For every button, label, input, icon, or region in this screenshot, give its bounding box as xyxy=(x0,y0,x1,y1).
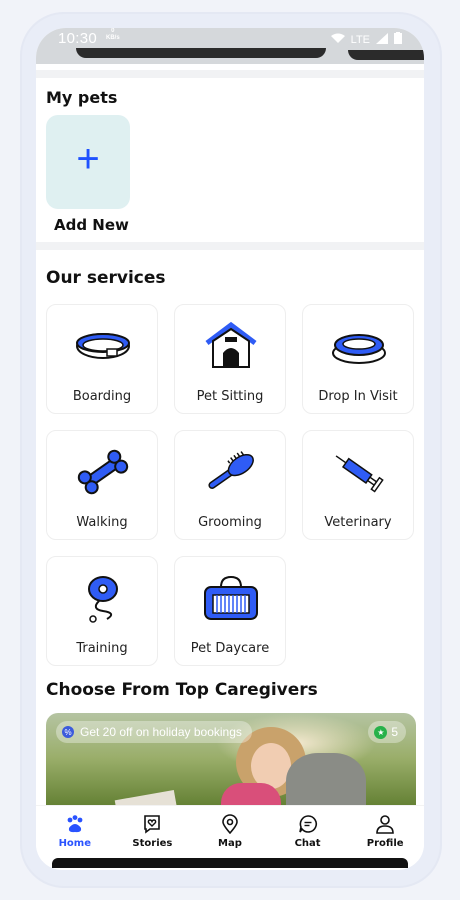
person-icon xyxy=(376,815,394,834)
bone-icon xyxy=(77,449,129,495)
service-veterinary[interactable]: Veterinary xyxy=(302,430,414,540)
caregivers-title: Choose From Top Caregivers xyxy=(46,680,318,700)
network-label: LTE xyxy=(350,33,370,46)
collar-icon xyxy=(76,333,130,359)
service-grooming[interactable]: Grooming xyxy=(174,430,286,540)
leash-icon xyxy=(88,576,118,623)
signal-icon xyxy=(376,32,388,47)
promo-text: Get 20 off on holiday bookings xyxy=(80,725,242,739)
nav-stories[interactable]: Stories xyxy=(117,814,187,849)
service-pet-sitting[interactable]: Pet Sitting xyxy=(174,304,286,414)
nav-label: Home xyxy=(58,838,92,849)
service-boarding[interactable]: Boarding xyxy=(46,304,158,414)
status-time: 10:30 xyxy=(58,30,98,47)
heart-chat-icon xyxy=(144,815,161,834)
syringe-icon xyxy=(335,455,384,493)
service-label: Pet Daycare xyxy=(190,641,270,656)
add-new-label: Add New xyxy=(54,216,129,234)
service-training[interactable]: Training xyxy=(46,556,158,666)
promo-badge: % Get 20 off on holiday bookings xyxy=(56,721,252,743)
service-label: Pet Sitting xyxy=(196,389,264,404)
service-label: Training xyxy=(76,641,128,656)
rating-value: 5 xyxy=(391,725,398,739)
caregiver-promo-card[interactable]: % Get 20 off on holiday bookings ★ 5 xyxy=(46,713,416,813)
my-pets-title: My pets xyxy=(46,88,118,107)
paw-icon xyxy=(67,815,83,833)
service-pet-daycare[interactable]: Pet Daycare xyxy=(174,556,286,666)
service-drop-in-visit[interactable]: Drop In Visit xyxy=(302,304,414,414)
rating-badge: ★ 5 xyxy=(368,721,406,743)
promo-photo-cat xyxy=(286,753,366,813)
service-label: Grooming xyxy=(198,515,262,530)
services-title: Our services xyxy=(46,268,166,288)
app-screen: 10:30 0 KB/s LTE My pets + Add New Our se… xyxy=(36,28,424,870)
wifi-icon xyxy=(330,33,345,47)
nav-label: Stories xyxy=(132,838,173,849)
nav-map[interactable]: Map xyxy=(195,814,265,849)
doghouse-icon xyxy=(205,321,257,368)
bottom-nav: Home Stories Map Chat Profile xyxy=(36,805,424,861)
section-divider xyxy=(36,70,424,78)
service-label: Walking xyxy=(76,515,128,530)
brush-icon xyxy=(208,451,254,489)
header-image-strip-2 xyxy=(348,50,424,60)
nav-label: Map xyxy=(218,838,242,849)
header-image-strip xyxy=(76,48,326,58)
percent-icon: % xyxy=(62,726,74,738)
plus-icon: + xyxy=(76,137,100,181)
location-pin-icon xyxy=(222,814,238,834)
nav-home[interactable]: Home xyxy=(40,814,110,849)
section-divider xyxy=(36,242,424,250)
add-pet-button[interactable]: + xyxy=(46,115,130,209)
carrier-icon xyxy=(204,575,258,620)
service-label: Drop In Visit xyxy=(318,389,398,404)
status-speed: 0 KB/s xyxy=(106,28,120,41)
nav-profile[interactable]: Profile xyxy=(350,814,420,849)
status-icons: LTE xyxy=(330,32,402,47)
nav-chat[interactable]: Chat xyxy=(273,814,343,849)
service-label: Veterinary xyxy=(324,515,392,530)
home-indicator-bar xyxy=(52,858,408,868)
battery-icon xyxy=(394,32,402,47)
chat-bubble-icon xyxy=(298,815,317,833)
star-icon: ★ xyxy=(374,725,388,739)
status-bar: 10:30 0 KB/s LTE xyxy=(36,28,424,64)
service-walking[interactable]: Walking xyxy=(46,430,158,540)
bowl-icon xyxy=(332,334,386,364)
nav-label: Chat xyxy=(294,838,321,849)
service-label: Boarding xyxy=(72,389,132,404)
nav-label: Profile xyxy=(366,838,404,849)
